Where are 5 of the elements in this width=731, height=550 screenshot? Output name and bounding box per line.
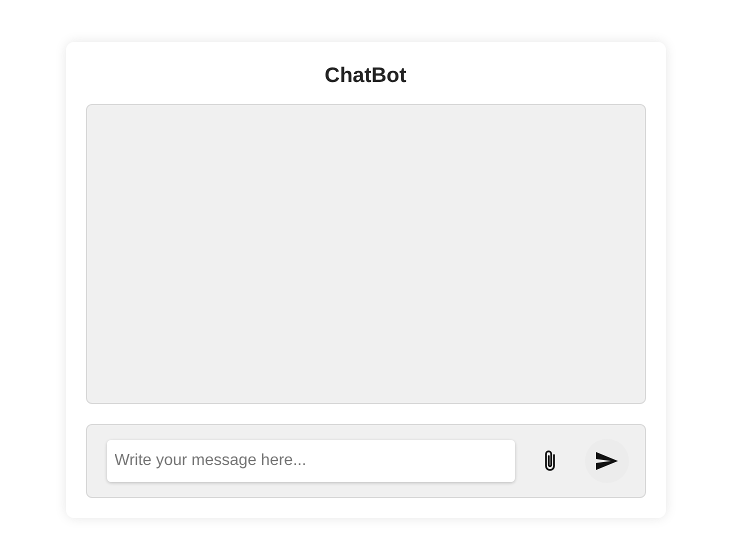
- message-input[interactable]: Write your message here...: [106, 440, 514, 482]
- send-button[interactable]: [584, 439, 628, 483]
- send-icon: [596, 452, 618, 470]
- chat-title: ChatBot: [324, 63, 408, 89]
- paperclip-icon: [542, 449, 556, 473]
